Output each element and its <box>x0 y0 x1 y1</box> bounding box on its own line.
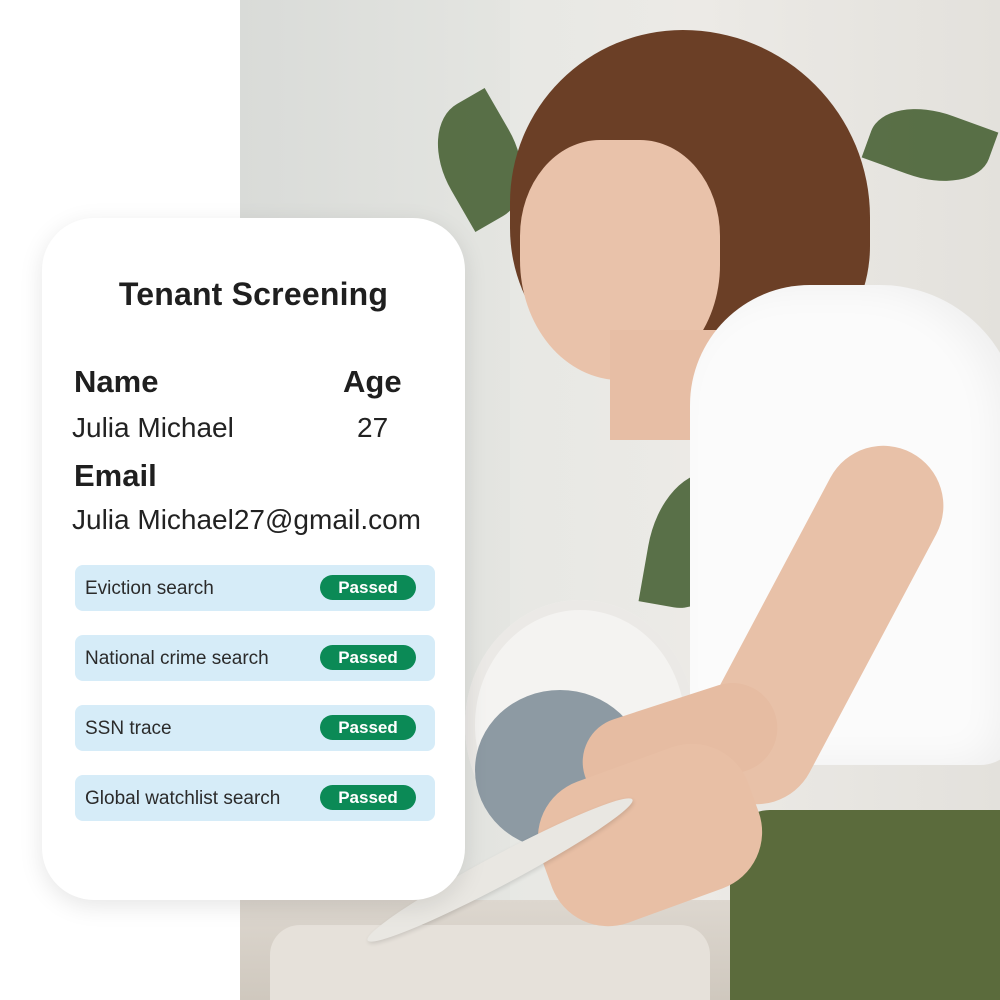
age-label: Age <box>343 364 402 399</box>
screening-checks-list: Eviction search Passed National crime se… <box>75 565 435 845</box>
sink <box>270 925 710 1000</box>
status-badge: Passed <box>320 715 416 740</box>
person-pants <box>730 810 1000 1000</box>
check-row-global-watchlist: Global watchlist search Passed <box>75 775 435 821</box>
check-row-national-crime: National crime search Passed <box>75 635 435 681</box>
check-label: Eviction search <box>85 578 214 599</box>
check-row-eviction: Eviction search Passed <box>75 565 435 611</box>
email-value: Julia Michael27@gmail.com <box>72 504 422 535</box>
status-badge: Passed <box>320 575 416 600</box>
status-badge: Passed <box>320 645 416 670</box>
plant-leaf <box>861 91 999 199</box>
check-label: National crime search <box>85 648 269 669</box>
tenant-screening-card: Tenant Screening Name Age Julia Michael … <box>42 218 465 900</box>
name-value: Julia Michael <box>72 412 234 443</box>
check-label: Global watchlist search <box>85 788 281 809</box>
name-label: Name <box>74 364 159 399</box>
email-label: Email <box>74 458 157 493</box>
age-value: 27 <box>357 412 389 443</box>
status-badge: Passed <box>320 785 416 810</box>
card-title: Tenant Screening <box>118 276 389 312</box>
check-row-ssn-trace: SSN trace Passed <box>75 705 435 751</box>
check-label: SSN trace <box>85 718 172 739</box>
